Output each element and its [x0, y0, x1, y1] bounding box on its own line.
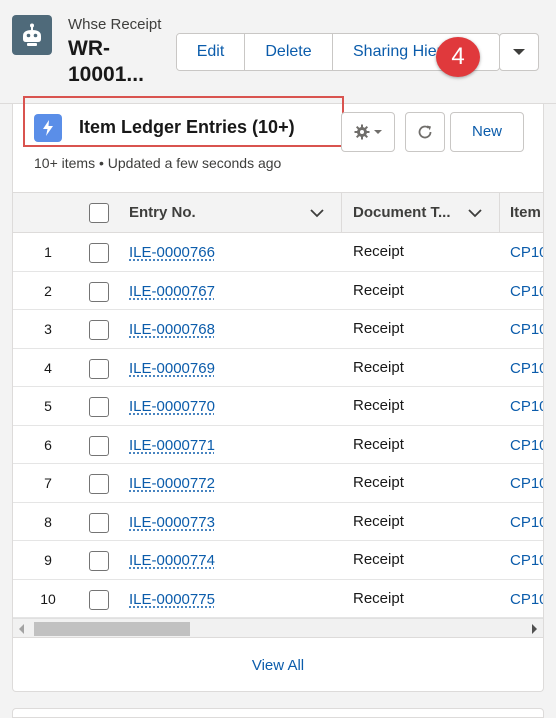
- row-number: 9: [44, 552, 52, 568]
- record-type-icon: [12, 15, 52, 55]
- chevron-down-icon[interactable]: [309, 205, 325, 221]
- item-link[interactable]: CP10: [510, 514, 543, 531]
- entry-no-link[interactable]: ILE-0000768: [129, 321, 215, 338]
- entry-no-link[interactable]: ILE-0000773: [129, 514, 215, 531]
- column-header-entry-no[interactable]: Entry No.: [129, 193, 196, 233]
- row-number: 5: [44, 398, 52, 414]
- related-list-table: Entry No. Document T... Item 1 ILE-00007…: [13, 192, 543, 637]
- row-checkbox[interactable]: [89, 358, 109, 379]
- object-type-label: Whse Receipt: [68, 16, 162, 33]
- column-header-item[interactable]: Item: [510, 193, 541, 233]
- table-row: 8 ILE-0000773 Receipt CP10: [13, 502, 543, 541]
- column-header-document-type[interactable]: Document T...: [353, 193, 451, 233]
- gear-icon: [354, 124, 370, 140]
- column-divider[interactable]: [341, 193, 342, 233]
- chevron-down-icon: [513, 49, 525, 55]
- entry-no-link[interactable]: ILE-0000771: [129, 437, 215, 454]
- record-name: WR- 10001...: [68, 37, 144, 86]
- horizontal-scrollbar[interactable]: [13, 618, 543, 637]
- scroll-left-arrow-icon[interactable]: [19, 624, 24, 634]
- document-type-cell: Receipt: [353, 358, 404, 376]
- item-link[interactable]: CP10: [510, 437, 543, 454]
- item-link[interactable]: CP10: [510, 591, 543, 608]
- item-link[interactable]: CP10: [510, 475, 543, 492]
- related-list-status: 10+ items • Updated a few seconds ago: [34, 155, 282, 171]
- row-checkbox[interactable]: [89, 589, 109, 610]
- row-checkbox[interactable]: [89, 474, 109, 494]
- row-number: 6: [44, 436, 52, 453]
- table-row: 10 ILE-0000775 Receipt CP10: [13, 579, 543, 618]
- list-settings-button[interactable]: [341, 112, 395, 152]
- scroll-right-arrow-icon[interactable]: [532, 624, 537, 634]
- entry-no-link[interactable]: ILE-0000775: [129, 591, 215, 608]
- delete-button[interactable]: Delete: [245, 34, 333, 70]
- document-type-cell: Receipt: [353, 589, 404, 607]
- document-type-cell: Receipt: [353, 435, 404, 453]
- row-checkbox[interactable]: [89, 551, 109, 571]
- document-type-cell: Receipt: [353, 281, 404, 299]
- row-number: 4: [44, 359, 52, 376]
- row-number: 1: [44, 244, 52, 260]
- row-checkbox[interactable]: [89, 281, 109, 302]
- entry-no-link[interactable]: ILE-0000770: [129, 398, 215, 415]
- row-checkbox[interactable]: [89, 320, 109, 340]
- item-link[interactable]: CP10: [510, 552, 543, 569]
- lightning-bolt-icon: [34, 114, 62, 142]
- next-card: [12, 708, 544, 718]
- document-type-cell: Receipt: [353, 397, 404, 414]
- scrollbar-thumb[interactable]: [34, 622, 190, 636]
- row-checkbox[interactable]: [89, 512, 109, 533]
- row-checkbox[interactable]: [89, 243, 109, 263]
- entry-no-link[interactable]: ILE-0000766: [129, 244, 215, 261]
- table-row: 2 ILE-0000767 Receipt CP10: [13, 271, 543, 310]
- item-link[interactable]: CP10: [510, 283, 543, 300]
- item-ledger-entries-card: Item Ledger Entries (10+) 10+ items • Up…: [12, 96, 544, 692]
- row-number: 8: [44, 513, 52, 530]
- card-header: Item Ledger Entries (10+) 10+ items • Up…: [13, 96, 543, 192]
- column-divider[interactable]: [499, 193, 500, 233]
- document-type-cell: Receipt: [353, 512, 404, 530]
- table-row: 3 ILE-0000768 Receipt CP10: [13, 310, 543, 349]
- step-number-badge: 4: [436, 37, 480, 77]
- table-row: 1 ILE-0000766 Receipt CP10: [13, 233, 543, 272]
- record-header: Whse Receipt WR- 10001... Edit Delete Sh…: [0, 0, 556, 104]
- select-all-checkbox[interactable]: [89, 203, 109, 223]
- view-all-link[interactable]: View All: [13, 637, 543, 692]
- item-link[interactable]: CP10: [510, 244, 543, 261]
- chevron-down-icon[interactable]: [467, 205, 483, 221]
- table-row: 6 ILE-0000771 Receipt CP10: [13, 425, 543, 464]
- document-type-cell: Receipt: [353, 320, 404, 337]
- related-list-title[interactable]: Item Ledger Entries (10+): [79, 117, 295, 138]
- document-type-cell: Receipt: [353, 474, 404, 491]
- row-number: 10: [40, 590, 56, 607]
- row-checkbox[interactable]: [89, 435, 109, 456]
- refresh-icon: [418, 125, 432, 139]
- table-row: 5 ILE-0000770 Receipt CP10: [13, 387, 543, 426]
- header-title: Whse Receipt WR- 10001...: [68, 16, 178, 88]
- table-row: 4 ILE-0000769 Receipt CP10: [13, 348, 543, 387]
- item-link[interactable]: CP10: [510, 398, 543, 415]
- table-row: 9 ILE-0000774 Receipt CP10: [13, 541, 543, 580]
- table-row: 7 ILE-0000772 Receipt CP10: [13, 464, 543, 503]
- document-type-cell: Receipt: [353, 243, 404, 260]
- entry-no-link[interactable]: ILE-0000767: [129, 283, 215, 300]
- new-record-button[interactable]: New: [450, 112, 524, 152]
- table-header-row: Entry No. Document T... Item: [13, 193, 543, 233]
- document-type-cell: Receipt: [353, 551, 404, 568]
- item-link[interactable]: CP10: [510, 360, 543, 377]
- row-checkbox[interactable]: [89, 397, 109, 417]
- item-link[interactable]: CP10: [510, 321, 543, 338]
- row-number: 3: [44, 321, 52, 337]
- row-number: 2: [44, 282, 52, 299]
- entry-no-link[interactable]: ILE-0000769: [129, 360, 215, 377]
- refresh-button[interactable]: [405, 112, 445, 152]
- row-number: 7: [44, 475, 52, 491]
- entry-no-link[interactable]: ILE-0000772: [129, 475, 215, 492]
- edit-button[interactable]: Edit: [177, 34, 245, 70]
- entry-no-link[interactable]: ILE-0000774: [129, 552, 215, 569]
- caret-down-icon: [374, 130, 382, 134]
- more-actions-button[interactable]: [499, 33, 539, 71]
